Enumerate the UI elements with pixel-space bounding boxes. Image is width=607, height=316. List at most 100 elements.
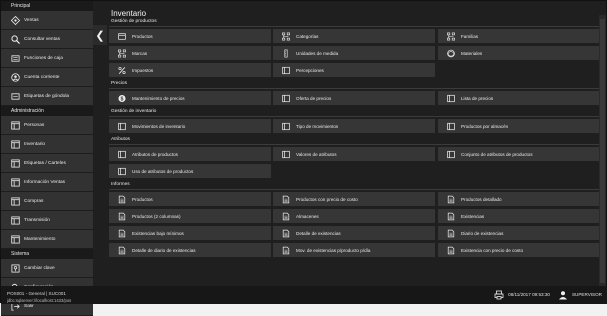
tile-label: Mantenimiento de precios — [132, 95, 185, 101]
user-icon — [558, 289, 569, 300]
tile-almacenes[interactable]: Almacenes — [273, 209, 435, 223]
section-title-atributos: Atributos — [111, 137, 130, 142]
sidebar-item-personas[interactable]: Personas — [1, 116, 93, 135]
status-bar: POS001 - General | SUC001 jdbc:sqlserver… — [1, 286, 607, 304]
tile-atributos-de-productos[interactable]: Atributos de productos — [109, 147, 271, 161]
tile-label: Movimientos de inventario — [132, 123, 186, 129]
sidebar-item-label: Mantenimiento — [24, 236, 56, 242]
section-divider — [109, 88, 600, 89]
tile-marcas[interactable]: Marcas — [109, 46, 271, 60]
tile-impuestos[interactable]: Impuestos — [109, 63, 271, 77]
tile-diario-de-existencias[interactable]: Diario de existencias — [438, 226, 600, 240]
datetime: 08/11/2017 09:53:30 — [508, 292, 550, 297]
window-icon — [11, 158, 20, 168]
tile-existencia-con-precio-de-costo[interactable]: Existencia con precio de costo — [438, 243, 600, 257]
tag-icon — [11, 92, 20, 101]
tile-label: Familias — [461, 33, 479, 39]
sidebar-item-etiquetas-de-gondola[interactable]: Etiquetas de góndola — [1, 87, 93, 106]
tile-productos-detallado[interactable]: Productos detallado — [438, 192, 600, 206]
tile-percepciones[interactable]: Percepciones — [273, 63, 435, 77]
sidebar-item-ventas[interactable]: Ventas — [1, 11, 93, 30]
tile-detalle-de-diario-de-existencias[interactable]: Detalle de diario de existencias — [109, 243, 271, 257]
tile-productos[interactable]: Productos — [109, 192, 271, 206]
scrollbar[interactable] — [599, 15, 606, 287]
scrollbar-thumb[interactable] — [600, 19, 605, 283]
section-title-gestion-de-productos: Gestión de productos — [111, 19, 157, 24]
account-icon — [11, 72, 20, 82]
document-icon — [447, 195, 455, 203]
sidebar-item-label: Transmisión — [24, 217, 50, 223]
sidebar-item-label: Inventario — [24, 141, 46, 147]
sidebar-item-label: Personas — [24, 122, 45, 128]
tile-movimientos-de-inventario[interactable]: Movimientos de inventario — [109, 119, 271, 133]
tile-label: Productos con precio de costo — [296, 196, 358, 202]
document-icon — [447, 212, 455, 220]
sidebar-item-mantenimiento[interactable]: Mantenimiento — [1, 230, 93, 249]
sidebar-item-cambiar-clave[interactable]: Cambiar clave — [1, 259, 93, 278]
tile-valores-de-atributos[interactable]: Valores de atributos — [273, 147, 435, 161]
sidebar-item-label: Compras — [24, 198, 44, 204]
panel-icon — [118, 167, 126, 175]
sidebar-section-administracion: Administración — [1, 106, 93, 116]
tile-label: Categorías — [296, 33, 319, 39]
tile-label: Productos por almacén — [461, 123, 509, 129]
tile-existencias[interactable]: Existencias — [438, 209, 600, 223]
tile-lista-de-precios[interactable]: Lista de precios — [438, 91, 600, 105]
sidebar-item-label: Cambiar clave — [24, 265, 55, 271]
tile-label: Impuestos — [132, 67, 154, 73]
window-icon — [11, 234, 20, 244]
printer-icon[interactable] — [493, 289, 504, 300]
tile-productos[interactable]: Productos — [109, 29, 271, 43]
tile-detalle-de-existencias[interactable]: Detalle de existencias — [273, 226, 435, 240]
tile-uso-de-atributos-de-productos[interactable]: Uso de atributos de productos — [109, 164, 271, 178]
document-icon — [447, 229, 455, 237]
sidebar-item-compras[interactable]: Compras — [1, 192, 93, 211]
sidebar-item-inventario[interactable]: Inventario — [1, 135, 93, 154]
panel-icon — [447, 122, 455, 130]
tile-categorias[interactable]: Categorías — [273, 29, 435, 43]
sidebar-item-consultar-ventas[interactable]: Consultar ventas — [1, 30, 93, 49]
section-title-informes: Informes — [111, 182, 130, 187]
sidebar-item-informacion-ventas[interactable]: Información Ventas — [1, 173, 93, 192]
tile-label: Percepciones — [296, 67, 324, 73]
tile-productos-con-precio-de-costo[interactable]: Productos con precio de costo — [273, 192, 435, 206]
svg-text:$: $ — [121, 96, 124, 102]
tile-mantenimiento-de-precios[interactable]: $ Mantenimiento de precios — [109, 91, 271, 105]
cash-register-icon — [11, 54, 20, 63]
tile-unidades-de-medida[interactable]: Unidades de medida — [273, 46, 435, 60]
sidebar-item-etiquetas-carteles[interactable]: Etiquetas / Carteles — [1, 154, 93, 173]
material-icon — [447, 49, 455, 57]
tile-tipo-de-movimientos[interactable]: Tipo de movimientos — [273, 119, 435, 133]
tile-familias[interactable]: Familias — [438, 29, 600, 43]
sidebar-item-label: Etiquetas / Carteles — [24, 160, 66, 166]
panel-icon — [282, 66, 290, 74]
tile-oferta-de-precios[interactable]: Oferta de precios — [273, 91, 435, 105]
window-icon — [11, 177, 20, 187]
window-icon — [11, 120, 20, 130]
tile-conjunto-de-atributos-de-productos[interactable]: Conjunto de atributos de productos — [438, 147, 600, 161]
sidebar-item-transmision[interactable]: Transmisión — [1, 211, 93, 230]
tile-productos-por-almacen[interactable]: Productos por almacén — [438, 119, 600, 133]
window-icon — [11, 139, 20, 149]
document-icon — [118, 229, 126, 237]
sidebar-section-sistema: Sistema — [1, 249, 93, 259]
collapse-sidebar-button[interactable]: ❮ — [93, 25, 107, 45]
tile-label: Existencias bajo mínimos — [132, 230, 184, 236]
page-title: Inventario — [111, 9, 147, 18]
tile-label: Materiales — [461, 50, 483, 56]
tile-label: Almacenes — [296, 213, 319, 219]
sidebar-item-cuenta-corriente[interactable]: Cuenta corriente — [1, 68, 93, 87]
sidebar-item-funciones-de-caja[interactable]: Funciones de caja — [1, 49, 93, 68]
tile-materiales[interactable]: Materiales — [438, 46, 600, 60]
ruler-icon — [282, 49, 290, 57]
tile-label: Existencia con precio de costo — [461, 247, 524, 253]
tile-existencias-bajo-minimos[interactable]: Existencias bajo mínimos — [109, 226, 271, 240]
sidebar-item-label: Ventas — [24, 17, 39, 23]
hierarchy-icon — [118, 49, 126, 57]
tile-productos-2-columnas[interactable]: Productos (2 columnas) — [109, 209, 271, 223]
status-right: 08/11/2017 09:53:30 SUPERVISOR — [493, 289, 602, 300]
connection-info: jdbc:sqlserver://localhost:1433/pos — [7, 298, 72, 303]
chevron-left-icon: ❮ — [95, 29, 105, 42]
document-icon — [118, 195, 126, 203]
tile-mov-de-existencias-p-producto-p-dia[interactable]: Mov. de existencias p/producto p/día — [273, 243, 435, 257]
